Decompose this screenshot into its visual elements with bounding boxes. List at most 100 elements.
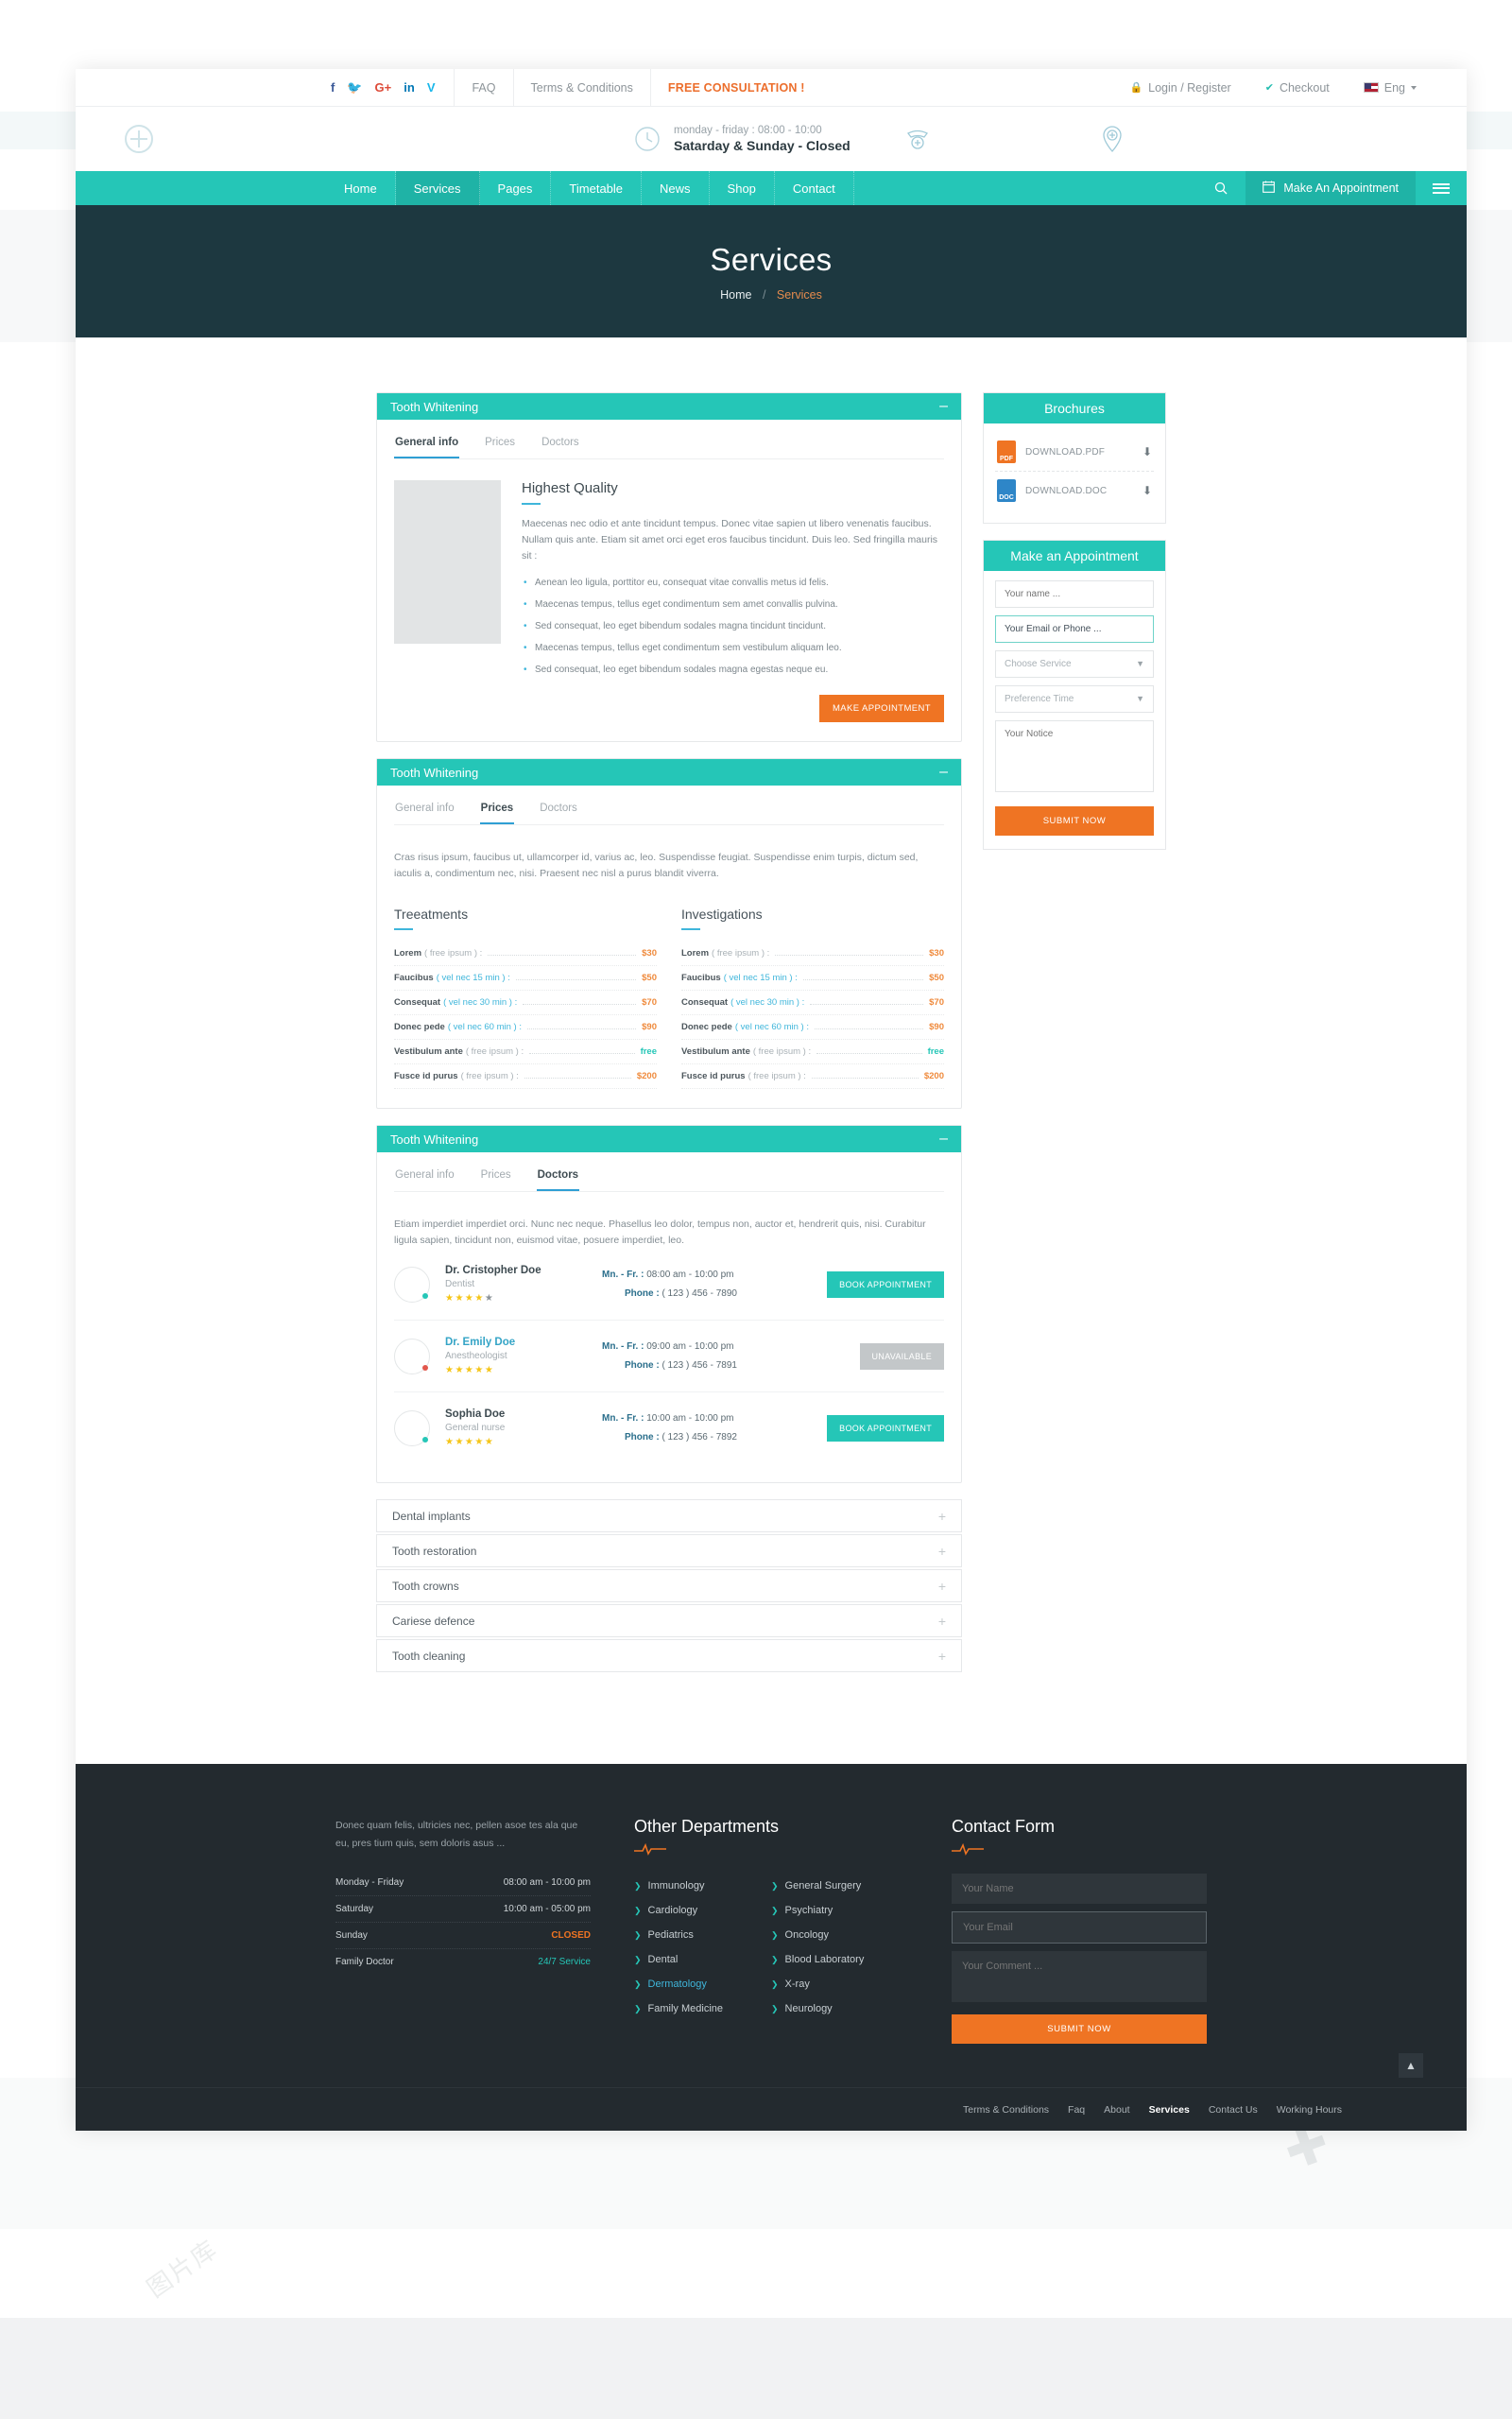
nav-item-pages[interactable]: Pages [480, 171, 552, 205]
tab-prices[interactable]: Prices [484, 431, 516, 458]
footer-link-contact-us[interactable]: Contact Us [1209, 2104, 1258, 2116]
plus-icon[interactable]: + [938, 1509, 946, 1524]
brochure-row-pdf[interactable]: PDF DOWNLOAD.PDF ⬇ [995, 433, 1154, 471]
social-links[interactable]: f 🐦 G+ in V [331, 80, 454, 95]
contact-submit-button[interactable]: SUBMIT NOW [952, 2014, 1207, 2044]
chevron-right-icon: ❯ [634, 1906, 642, 1915]
vimeo-icon[interactable]: V [427, 80, 436, 95]
price-row: Donec pede( vel nec 60 min ) : $90 [681, 1015, 944, 1040]
footer-link-terms[interactable]: Terms & Conditions [963, 2104, 1049, 2116]
search-icon[interactable] [1196, 171, 1246, 205]
tab-bar: General info Prices Doctors [394, 1152, 944, 1192]
page-hero: Services Home / Services [76, 205, 1467, 337]
dept-family-medicine[interactable]: ❯ Family Medicine [634, 1996, 771, 2021]
accordion-item-tooth-restoration[interactable]: Tooth restoration + [376, 1534, 962, 1567]
accordion-item-tooth-crowns[interactable]: Tooth crowns + [376, 1569, 962, 1602]
name-input[interactable] [995, 580, 1154, 608]
dept-oncology[interactable]: ❯ Oncology [771, 1923, 908, 1947]
doctor-meta: Mn. - Fr. : 10:00 am - 10:00 pm Phone : … [602, 1409, 812, 1447]
login-register-link[interactable]: 🔒 Login / Register [1112, 69, 1247, 107]
accordion-body: General info Prices Doctors Highest Qual… [377, 420, 961, 741]
topbar-right: 🔒 Login / Register ✔ Checkout Eng [1112, 69, 1434, 107]
dept-pediatrics[interactable]: ❯ Pediatrics [634, 1923, 771, 1947]
plus-icon[interactable]: + [938, 1614, 946, 1629]
linkedin-icon[interactable]: in [404, 80, 415, 95]
nav-item-timetable[interactable]: Timetable [551, 171, 643, 205]
nav-item-services[interactable]: Services [395, 171, 480, 205]
dept-dental[interactable]: ❯ Dental [634, 1947, 771, 1972]
accordion-item-cariese-defence[interactable]: Cariese defence + [376, 1604, 962, 1637]
minus-icon[interactable]: – [939, 765, 948, 780]
nav-item-shop[interactable]: Shop [710, 171, 775, 205]
plus-icon[interactable]: + [938, 1649, 946, 1664]
dept-dermatology[interactable]: ❯ Dermatology [634, 1972, 771, 1996]
accordion-item-dental-implants[interactable]: Dental implants + [376, 1499, 962, 1532]
make-appointment-cta[interactable]: MAKE APPOINTMENT [818, 695, 944, 722]
nav-item-contact[interactable]: Contact [775, 171, 854, 205]
tab-prices[interactable]: Prices [479, 797, 515, 824]
brochure-row-doc[interactable]: DOC DOWNLOAD.DOC ⬇ [995, 471, 1154, 510]
dept-xray[interactable]: ❯ X-ray [771, 1972, 908, 1996]
dept-general-surgery[interactable]: ❯ General Surgery [771, 1874, 908, 1898]
tab-doctors[interactable]: Doctors [536, 1164, 580, 1191]
email-phone-input[interactable] [995, 615, 1154, 643]
minus-icon[interactable]: – [939, 1132, 948, 1147]
tab-prices[interactable]: Prices [480, 1164, 512, 1191]
notice-textarea[interactable] [995, 720, 1154, 792]
nav-item-news[interactable]: News [642, 171, 710, 205]
google-plus-icon[interactable]: G+ [375, 80, 392, 95]
dept-blood-laboratory[interactable]: ❯ Blood Laboratory [771, 1947, 908, 1972]
checkout-link[interactable]: ✔ Checkout [1248, 69, 1347, 107]
accordion-header[interactable]: Tooth Whitening – [377, 393, 961, 420]
tab-doctors[interactable]: Doctors [541, 431, 580, 458]
tab-general-info[interactable]: General info [394, 797, 455, 824]
book-appointment-button[interactable]: BOOK APPOINTMENT [827, 1270, 944, 1298]
facebook-icon[interactable]: f [331, 80, 335, 95]
free-consultation-link[interactable]: FREE CONSULTATION ! [649, 68, 822, 107]
nav-item-home[interactable]: Home [326, 171, 396, 205]
status-badge [422, 1364, 428, 1371]
dept-neurology[interactable]: ❯ Neurology [771, 1996, 908, 2021]
terms-link[interactable]: Terms & Conditions [512, 68, 650, 107]
footer-link-faq[interactable]: Faq [1068, 2104, 1085, 2116]
price-row: Lorem( free ipsum ) : $30 [681, 942, 944, 966]
plus-icon[interactable]: + [938, 1579, 946, 1594]
language-selector[interactable]: Eng [1347, 69, 1434, 107]
accordion-item-tooth-cleaning[interactable]: Tooth cleaning + [376, 1639, 962, 1672]
preference-time-select[interactable] [995, 685, 1154, 713]
footer-link-services[interactable]: Services [1149, 2104, 1190, 2116]
tab-doctors[interactable]: Doctors [539, 797, 578, 824]
dept-immunology[interactable]: ❯ Immunology [634, 1874, 771, 1898]
twitter-icon[interactable]: 🐦 [347, 80, 362, 95]
service-select[interactable] [995, 650, 1154, 678]
contact-comment-textarea[interactable] [952, 1951, 1207, 2002]
tab-general-info[interactable]: General info [394, 1164, 455, 1191]
pulse-icon [952, 1842, 984, 1856]
doctor-name[interactable]: Sophia Doe [445, 1408, 587, 1420]
dept-psychiatry[interactable]: ❯ Psychiatry [771, 1898, 908, 1923]
menu-burger-icon[interactable] [1416, 171, 1467, 205]
contact-name-input[interactable] [952, 1874, 1207, 1904]
download-icon[interactable]: ⬇ [1143, 484, 1152, 497]
footer-about-text: Donec quam felis, ultricies nec, pellen … [335, 1820, 578, 1849]
download-icon[interactable]: ⬇ [1143, 445, 1152, 458]
footer-link-about[interactable]: About [1104, 2104, 1129, 2116]
book-appointment-button[interactable]: BOOK APPOINTMENT [827, 1414, 944, 1442]
tab-general-info[interactable]: General info [394, 431, 460, 458]
faq-link[interactable]: FAQ [454, 68, 512, 107]
site-logo[interactable] [118, 120, 260, 158]
dept-cardiology[interactable]: ❯ Cardiology [634, 1898, 771, 1923]
contact-email-input[interactable] [952, 1911, 1207, 1944]
accordion-header[interactable]: Tooth Whitening – [377, 1126, 961, 1152]
submit-appointment-button[interactable]: SUBMIT NOW [995, 806, 1154, 836]
make-appointment-button[interactable]: Make An Appointment [1246, 171, 1416, 205]
breadcrumb-home[interactable]: Home [720, 288, 751, 302]
doctor-name[interactable]: Dr. Cristopher Doe [445, 1265, 587, 1276]
minus-icon[interactable]: – [939, 399, 948, 414]
plus-icon[interactable]: + [938, 1544, 946, 1559]
doctor-name[interactable]: Dr. Emily Doe [445, 1337, 587, 1348]
accordion-header[interactable]: Tooth Whitening – [377, 759, 961, 786]
dot-leader [816, 1053, 922, 1054]
footer-link-working-hours[interactable]: Working Hours [1277, 2104, 1342, 2116]
back-to-top-button[interactable]: ▲ [1399, 2053, 1423, 2078]
